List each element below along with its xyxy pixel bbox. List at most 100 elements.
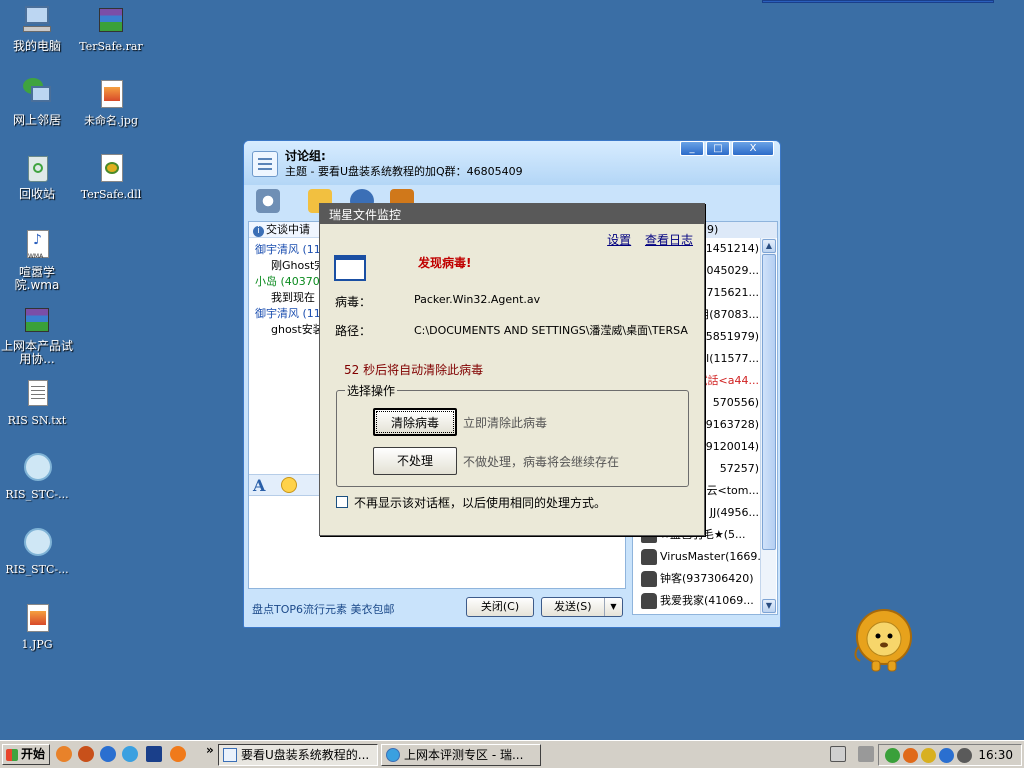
- desktop-icon-label: RIS_STC-...: [5, 488, 69, 501]
- desktop-icon-label: 回收站: [18, 187, 55, 201]
- member-avatar-icon: [641, 549, 657, 565]
- desktop-icon-unnamed-jpg[interactable]: 未命名.jpg: [74, 78, 148, 127]
- scroll-thumb[interactable]: [762, 254, 776, 550]
- image-file-icon: [95, 78, 127, 110]
- tray-icon[interactable]: [957, 748, 972, 763]
- qq-tray-icon[interactable]: [903, 748, 918, 763]
- notice-text: 交谈中请: [266, 223, 310, 236]
- desktop-icon-label: RIS SN.txt: [7, 414, 67, 427]
- ie-icon[interactable]: [122, 746, 138, 762]
- tray-icon[interactable]: [885, 748, 900, 763]
- clock[interactable]: 16:30: [978, 748, 1013, 762]
- group-chat-icon: [252, 151, 278, 177]
- member-name: 用(87083...: [698, 308, 759, 321]
- text-file-icon: [21, 378, 53, 410]
- task-label: 上网本评测专区 - 瑞...: [404, 748, 524, 762]
- maximize-button[interactable]: □: [706, 141, 730, 156]
- member-name: 钟客(937306420): [660, 572, 754, 585]
- quick-launch-icon[interactable]: [146, 746, 162, 762]
- recycle-bin-icon: [21, 152, 53, 184]
- send-button[interactable]: 发送(S) ▼: [541, 597, 623, 617]
- task-browser[interactable]: 上网本评测专区 - 瑞...: [381, 744, 541, 766]
- background-window-edge: [762, 0, 994, 3]
- desktop-icon-wma[interactable]: ♪ WMA 喧嚣学院.wma: [0, 230, 74, 292]
- virus-name: Packer.Win32.Agent.av: [414, 293, 541, 306]
- info-icon: i: [253, 226, 264, 237]
- task-qq-chat[interactable]: 要看U盘装系统教程的...: [218, 744, 378, 766]
- tray-icon[interactable]: [939, 748, 954, 763]
- quick-launch-icon[interactable]: [100, 746, 116, 762]
- desktop-icon-tersafe-dll[interactable]: TerSafe.dll: [74, 152, 148, 201]
- keyboard-icon[interactable]: [830, 746, 846, 762]
- action-group: 选择操作 清除病毒 立即清除此病毒 不处理 不做处理，病毒将会继续存在: [336, 382, 689, 487]
- desktop-icon-label: 我的电脑: [12, 39, 61, 53]
- path-row: 路径： C:\DOCUMENTS AND SETTINGS\潘滢威\桌面\TER…: [335, 322, 688, 339]
- desktop-icon-label: TerSafe.dll: [80, 188, 142, 201]
- desktop-icon-label: RIS_STC-...: [5, 563, 69, 576]
- send-options-chevron-icon[interactable]: ▼: [604, 598, 622, 616]
- rising-lion-icon: [21, 452, 53, 484]
- chat-bottom-bar: 盘点TOP6流行元素 美衣包邮 关闭(C) 发送(S) ▼: [244, 593, 780, 627]
- quick-launch-chevron-icon[interactable]: »: [206, 743, 214, 757]
- virus-found-heading: 发现病毒!: [418, 256, 472, 270]
- ignore-button[interactable]: 不处理: [373, 447, 457, 475]
- quick-launch-icon[interactable]: [56, 746, 72, 762]
- tray-icon[interactable]: [921, 748, 936, 763]
- desktop-icon-ris-sn[interactable]: RIS SN.txt: [0, 378, 74, 427]
- minimize-button[interactable]: _: [680, 141, 704, 156]
- rar-archive-icon: [21, 304, 53, 336]
- dont-show-checkbox[interactable]: [336, 496, 348, 508]
- desktop-icon-tersafe-rar[interactable]: TerSafe.rar: [74, 4, 148, 53]
- dialog-title[interactable]: 瑞星文件监控: [320, 204, 704, 224]
- rar-archive-icon: [95, 4, 127, 36]
- view-log-link[interactable]: 查看日志: [645, 233, 693, 247]
- ad-link[interactable]: 盘点TOP6流行元素 美衣包邮: [252, 601, 395, 617]
- font-icon[interactable]: A: [253, 476, 265, 495]
- chat-window-icon: [223, 748, 237, 762]
- desktop-icon-recycle-bin[interactable]: 回收站: [0, 152, 74, 201]
- member-name: 57257): [719, 462, 759, 475]
- start-button[interactable]: 开始: [2, 744, 50, 765]
- member-name: 5851979): [705, 330, 759, 343]
- member-scrollbar[interactable]: ▲ ▼: [760, 238, 776, 614]
- chat-title: 讨论组:: [285, 149, 326, 163]
- desktop-icon-label: TerSafe.rar: [79, 40, 143, 53]
- media-player-icon[interactable]: [170, 746, 186, 762]
- scroll-up-arrow[interactable]: ▲: [762, 239, 776, 253]
- clean-description: 立即清除此病毒: [463, 416, 548, 430]
- image-file-icon: [21, 602, 53, 634]
- member-item[interactable]: 钟客(937306420): [633, 568, 777, 590]
- desktop-icon-my-computer[interactable]: 我的电脑: [0, 4, 74, 53]
- desktop-icon-label: 喧嚣学院.wma: [14, 265, 60, 292]
- desktop-icon-product-trial[interactable]: 上网本产品试用协...: [0, 304, 74, 366]
- clean-virus-button[interactable]: 清除病毒: [373, 408, 457, 436]
- desktop-icon-1-jpg[interactable]: 1.JPG: [0, 602, 74, 651]
- member-name: i云<tom...: [703, 484, 759, 497]
- close-chat-button[interactable]: 关闭(C): [466, 597, 534, 617]
- quick-launch-icon[interactable]: [78, 746, 94, 762]
- member-item[interactable]: VirusMaster(1669...: [633, 546, 777, 568]
- close-window-button[interactable]: X: [732, 141, 774, 156]
- chat-subtitle: 主题 - 要看U盘装系统教程的加Q群：46805409: [285, 165, 523, 178]
- chat-title-bar[interactable]: 讨论组: 主题 - 要看U盘装系统教程的加Q群：46805409 _ □ X: [244, 141, 780, 185]
- action-group-label: 选择操作: [345, 382, 398, 399]
- audio-file-icon: ♪ WMA: [21, 230, 53, 262]
- virus-row: 病毒： Packer.Win32.Agent.av: [335, 293, 540, 310]
- network-icon: [21, 78, 53, 110]
- dont-show-label[interactable]: 不再显示该对话框，以后使用相同的处理方式。: [354, 494, 606, 511]
- settings-link[interactable]: 设置: [607, 233, 631, 247]
- member-name: 59163728): [698, 418, 759, 431]
- window-icon: [334, 255, 366, 281]
- member-name: 1045029...: [699, 264, 759, 277]
- system-tray: 16:30: [878, 744, 1022, 766]
- rising-lion-mascot-icon[interactable]: [852, 607, 916, 673]
- emoticon-icon[interactable]: [281, 477, 297, 493]
- member-name: 2715621...: [699, 286, 759, 299]
- path-label: 路径：: [335, 324, 372, 338]
- member-name: l(11577...: [706, 352, 759, 365]
- settings-gear-icon[interactable]: [256, 189, 280, 213]
- desktop-icon-ris-stc-2[interactable]: RIS_STC-...: [0, 527, 74, 576]
- pen-icon[interactable]: [858, 746, 874, 762]
- desktop-icon-network[interactable]: 网上邻居: [0, 78, 74, 127]
- desktop-icon-ris-stc-1[interactable]: RIS_STC-...: [0, 452, 74, 501]
